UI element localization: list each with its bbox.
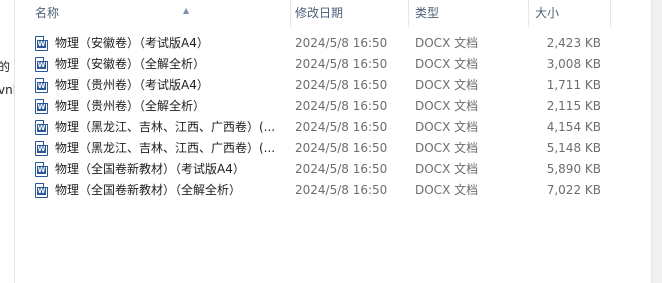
file-row[interactable]: W 物理（黑龙江、吉林、江西、广西卷）(... 2024/5/8 16:50 D… [15, 117, 651, 138]
file-name: 物理（黑龙江、吉林、江西、广西卷）(... [55, 120, 276, 134]
column-header-bar: 名称 ▲ 修改日期 类型 大小 [15, 0, 651, 27]
file-size: 1,711 KB [546, 78, 601, 92]
file-size: 3,008 KB [546, 57, 601, 71]
file-modified: 2024/5/8 16:50 [295, 36, 388, 50]
column-header-type-label: 类型 [415, 6, 440, 20]
file-name-cell: W 物理（黑龙江、吉林、江西、广西卷）(... [35, 117, 297, 138]
file-size: 7,022 KB [546, 183, 601, 197]
vertical-scrollbar[interactable] [651, 0, 662, 283]
file-row[interactable]: W 物理（全国卷新教材）（全解全析） 2024/5/8 16:50 DOCX 文… [15, 180, 651, 201]
file-name: 物理（安徽卷）（全解全析） [55, 57, 206, 71]
word-document-icon: W [35, 99, 48, 114]
file-row[interactable]: W 物理（安徽卷）（全解全析） 2024/5/8 16:50 DOCX 文档 3… [15, 54, 651, 75]
file-type: DOCX 文档 [415, 162, 479, 176]
file-name: 物理（贵州卷）（考试版A4） [55, 78, 209, 92]
word-document-icon: W [35, 120, 48, 135]
file-modified: 2024/5/8 16:50 [295, 183, 388, 197]
file-list: W 物理（安徽卷）（考试版A4） 2024/5/8 16:50 DOCX 文档 … [15, 33, 651, 201]
navigation-pane-text: vnl [0, 83, 15, 97]
column-header-size[interactable]: 大小 [529, 0, 611, 27]
file-name: 物理（全国卷新教材）（考试版A4） [55, 162, 245, 176]
file-modified: 2024/5/8 16:50 [295, 141, 388, 155]
file-size: 5,890 KB [546, 162, 601, 176]
column-header-modified[interactable]: 修改日期 [289, 0, 409, 27]
column-header-size-label: 大小 [535, 6, 560, 20]
column-header-type[interactable]: 类型 [409, 0, 529, 27]
word-document-icon: W [35, 183, 48, 198]
file-type: DOCX 文档 [415, 99, 479, 113]
file-row[interactable]: W 物理（全国卷新教材）（考试版A4） 2024/5/8 16:50 DOCX … [15, 159, 651, 180]
file-row[interactable]: W 物理（贵州卷）（考试版A4） 2024/5/8 16:50 DOCX 文档 … [15, 75, 651, 96]
file-modified: 2024/5/8 16:50 [295, 78, 388, 92]
file-type: DOCX 文档 [415, 36, 479, 50]
file-modified: 2024/5/8 16:50 [295, 120, 388, 134]
file-size: 2,423 KB [546, 36, 601, 50]
file-name: 物理（全国卷新教材）（全解全析） [55, 183, 242, 197]
file-name-cell: W 物理（安徽卷）（考试版A4） [35, 33, 297, 54]
word-document-icon: W [35, 141, 48, 156]
file-type: DOCX 文档 [415, 120, 479, 134]
file-name: 物理（黑龙江、吉林、江西、广西卷）(... [55, 141, 276, 155]
file-modified: 2024/5/8 16:50 [295, 99, 388, 113]
file-name-cell: W 物理（全国卷新教材）（全解全析） [35, 180, 297, 201]
word-document-icon: W [35, 162, 48, 177]
file-name-cell: W 物理（安徽卷）（全解全析） [35, 54, 297, 75]
file-type: DOCX 文档 [415, 183, 479, 197]
file-name-cell: W 物理（全国卷新教材）（考试版A4） [35, 159, 297, 180]
file-row[interactable]: W 物理（贵州卷）（全解全析） 2024/5/8 16:50 DOCX 文档 2… [15, 96, 651, 117]
file-name: 物理（贵州卷）（全解全析） [55, 99, 206, 113]
word-document-icon: W [35, 57, 48, 72]
file-modified: 2024/5/8 16:50 [295, 162, 388, 176]
navigation-pane[interactable]: 的 vnl [0, 0, 15, 283]
file-type: DOCX 文档 [415, 141, 479, 155]
file-name-cell: W 物理（贵州卷）（考试版A4） [35, 75, 297, 96]
file-name: 物理（安徽卷）（考试版A4） [55, 36, 209, 50]
file-explorer-window: 的 vnl 名称 ▲ 修改日期 类型 大小 W 物理（安徽卷）（考试版A4） 2… [0, 0, 662, 283]
column-header-name-label: 名称 [35, 6, 60, 20]
sort-ascending-icon: ▲ [183, 6, 190, 15]
column-header-name[interactable]: 名称 ▲ [29, 0, 291, 27]
column-header-modified-label: 修改日期 [295, 6, 344, 20]
file-name-cell: W 物理（黑龙江、吉林、江西、广西卷）(... [35, 138, 297, 159]
file-size: 4,154 KB [546, 120, 601, 134]
file-modified: 2024/5/8 16:50 [295, 57, 388, 71]
file-size: 5,148 KB [546, 141, 601, 155]
navigation-pane-text: 的 [0, 58, 10, 75]
file-row[interactable]: W 物理（安徽卷）（考试版A4） 2024/5/8 16:50 DOCX 文档 … [15, 33, 651, 54]
file-row[interactable]: W 物理（黑龙江、吉林、江西、广西卷）(... 2024/5/8 16:50 D… [15, 138, 651, 159]
word-document-icon: W [35, 78, 48, 93]
file-type: DOCX 文档 [415, 57, 479, 71]
file-name-cell: W 物理（贵州卷）（全解全析） [35, 96, 297, 117]
word-document-icon: W [35, 36, 48, 51]
file-size: 2,115 KB [546, 99, 601, 113]
file-type: DOCX 文档 [415, 78, 479, 92]
